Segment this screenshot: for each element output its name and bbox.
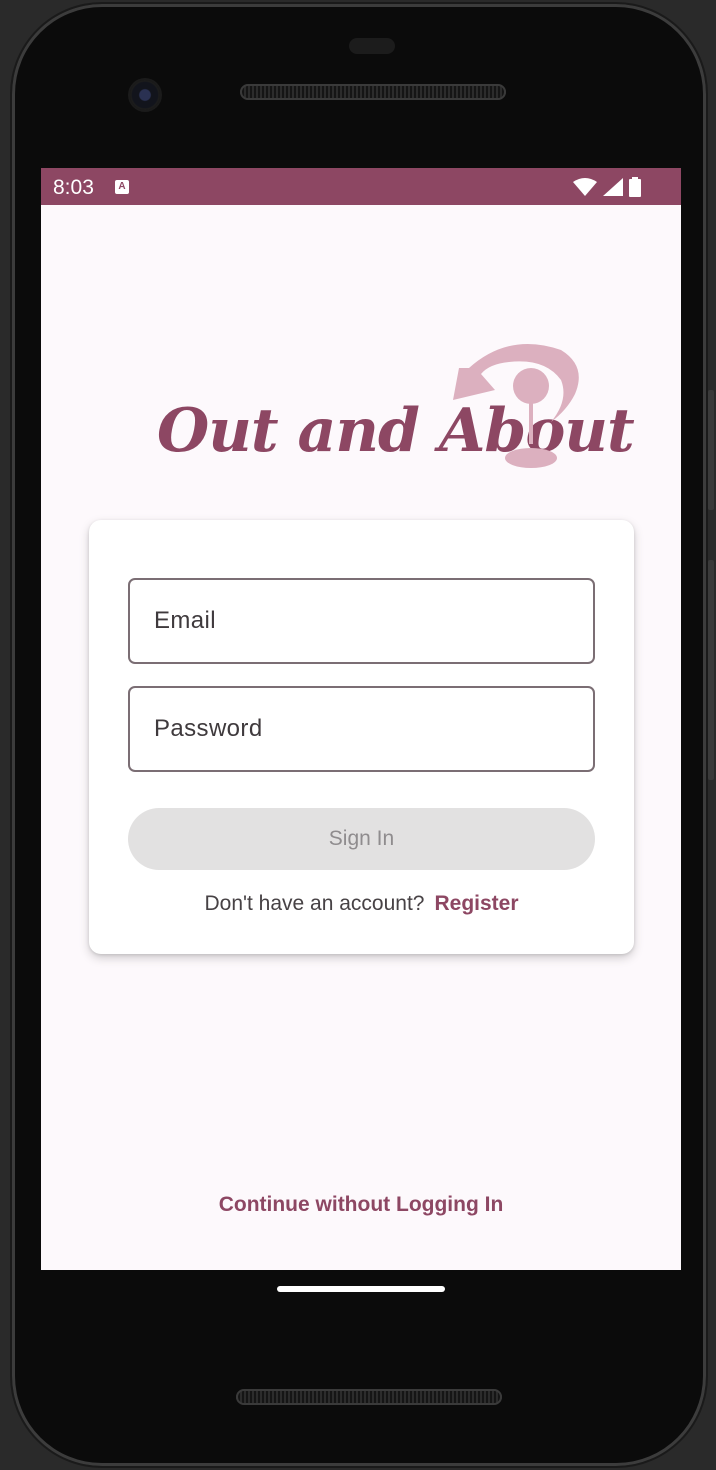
battery-icon [629, 177, 641, 197]
sign-in-button[interactable]: Sign In [128, 808, 595, 870]
email-field[interactable]: Email [128, 578, 595, 664]
notification-a-icon: A [115, 180, 129, 194]
volume-button [708, 560, 714, 780]
app-logo: Out and About [153, 340, 635, 474]
register-prompt: Don't have an account? [204, 892, 425, 915]
signal-icon [603, 178, 623, 196]
wifi-icon [573, 178, 597, 196]
status-time: 8:03 [53, 176, 94, 199]
password-label: Password [154, 715, 263, 742]
earpiece-speaker [240, 84, 506, 100]
register-row: Don't have an account? Register [89, 892, 634, 916]
status-icons [573, 177, 641, 197]
proximity-sensor [349, 38, 395, 54]
power-button [708, 390, 714, 510]
bottom-speaker [236, 1389, 502, 1405]
status-bar: 8:03 A [41, 168, 681, 205]
email-label: Email [154, 607, 217, 634]
login-card: Email Password Sign In Don't have an acc… [89, 520, 634, 954]
continue-without-login-link[interactable]: Continue without Logging In [41, 1193, 681, 1217]
register-link[interactable]: Register [434, 892, 518, 915]
wine-glass-icon [453, 344, 579, 468]
front-camera [130, 80, 160, 110]
app-screen: 8:03 A Out and About Email Password Sign… [41, 168, 681, 1270]
password-field[interactable]: Password [128, 686, 595, 772]
home-indicator[interactable] [277, 1286, 445, 1292]
